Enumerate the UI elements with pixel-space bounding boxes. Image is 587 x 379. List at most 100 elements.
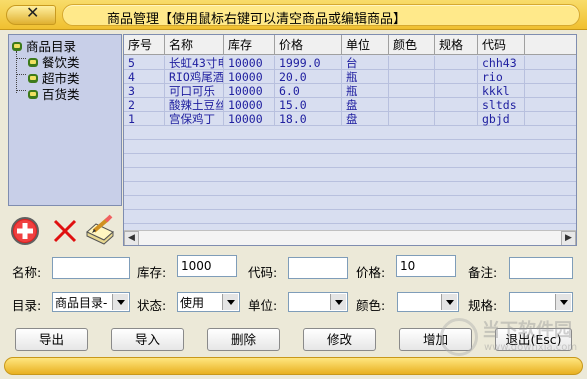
table-cell: 5 bbox=[124, 56, 165, 70]
column-header[interactable]: 代码 bbox=[478, 35, 525, 55]
table-cell: 10000 bbox=[224, 84, 275, 98]
column-header[interactable]: 单位 bbox=[342, 35, 389, 55]
title-bar[interactable]: ✕ 商品管理【使用鼠标右键可以清空商品或编辑商品】 bbox=[0, 0, 587, 30]
table-cell: 盘 bbox=[342, 112, 389, 126]
spec-label: 规格: bbox=[468, 298, 498, 313]
table-row[interactable]: 4 RIO鸡尾酒 10000 20.0 瓶 rio bbox=[124, 70, 576, 84]
table-cell: RIO鸡尾酒 bbox=[165, 70, 224, 84]
exit-button[interactable]: 退出(Esc) bbox=[495, 328, 572, 351]
spec-select[interactable] bbox=[509, 292, 573, 312]
column-header[interactable]: 名称 bbox=[165, 35, 224, 55]
chevron-down-icon[interactable] bbox=[555, 294, 571, 310]
column-header[interactable]: 序号 bbox=[124, 35, 165, 55]
table-row[interactable]: 3 可口可乐 10000 6.0 瓶 kkkl bbox=[124, 84, 576, 98]
table-cell: 1 bbox=[124, 112, 165, 126]
code-label: 代码: bbox=[248, 265, 278, 280]
empty-row bbox=[124, 210, 576, 224]
note-input[interactable] bbox=[509, 257, 573, 279]
table-cell: 长虹43寸电视 bbox=[165, 56, 224, 70]
window-title: 商品管理【使用鼠标右键可以清空商品或编辑商品】 bbox=[107, 12, 407, 27]
price-input[interactable] bbox=[396, 255, 456, 277]
table-cell: 10000 bbox=[224, 98, 275, 112]
column-header[interactable]: 规格 bbox=[435, 35, 478, 55]
column-header[interactable]: 价格 bbox=[275, 35, 342, 55]
table-cell: gbjd bbox=[478, 112, 525, 126]
table-cell: 可口可乐 bbox=[165, 84, 224, 98]
price-label: 价格: bbox=[356, 265, 386, 280]
add-item-button[interactable]: 增加 bbox=[399, 328, 472, 351]
modify-button[interactable]: 修改 bbox=[303, 328, 376, 351]
color-select[interactable] bbox=[397, 292, 459, 312]
horizontal-scrollbar[interactable]: ◀ ▶ bbox=[124, 230, 576, 245]
add-circle-icon bbox=[11, 217, 39, 245]
table-cell: rio bbox=[478, 70, 525, 84]
chevron-down-icon[interactable] bbox=[112, 294, 128, 310]
table-cell: 10000 bbox=[224, 70, 275, 84]
folder-icon bbox=[27, 88, 39, 100]
table-cell: 瓶 bbox=[342, 70, 389, 84]
table-cell: 20.0 bbox=[275, 70, 342, 84]
system-menu-icon[interactable]: ✕ bbox=[6, 3, 56, 25]
status-bar bbox=[4, 357, 583, 375]
delete-button[interactable]: 删除 bbox=[207, 328, 280, 351]
table-row[interactable]: 5长虹43寸电视100001999.0台 chh43 bbox=[124, 56, 576, 70]
table-header: 序号 名称 库存 价格 单位 颜色 规格 代码 bbox=[124, 35, 576, 55]
folder-icon bbox=[27, 72, 39, 84]
table-cell: 3 bbox=[124, 84, 165, 98]
unit-label: 单位: bbox=[248, 298, 278, 313]
red-x-icon bbox=[53, 219, 77, 243]
chevron-down-icon[interactable] bbox=[222, 294, 238, 310]
table-cell: 盘 bbox=[342, 98, 389, 112]
table-cell: chh43 bbox=[478, 56, 525, 70]
add-button[interactable] bbox=[10, 216, 40, 249]
table-body[interactable]: 5长虹43寸电视100001999.0台chh434RIO鸡尾酒1000020.… bbox=[124, 56, 576, 126]
table-cell bbox=[389, 112, 435, 126]
column-header[interactable]: 库存 bbox=[224, 35, 275, 55]
table-cell: 10000 bbox=[224, 112, 275, 126]
product-table[interactable]: 序号名称库存价格单位颜色规格代码 5长虹43寸电视100001999.0台chh… bbox=[123, 34, 577, 246]
chevron-down-icon[interactable] bbox=[441, 294, 457, 310]
empty-row bbox=[124, 140, 576, 154]
table-cell: 2 bbox=[124, 98, 165, 112]
table-row[interactable]: 1 宫保鸡丁 10000 18.0 盘 gbjd bbox=[124, 112, 576, 126]
scroll-left-button[interactable]: ◀ bbox=[124, 231, 139, 245]
import-button[interactable]: 导入 bbox=[111, 328, 184, 351]
table-cell bbox=[389, 70, 435, 84]
color-label: 颜色: bbox=[356, 298, 386, 313]
status-select[interactable]: 使用 bbox=[177, 292, 240, 312]
tree-item-label: 百货类 bbox=[42, 87, 80, 102]
title-pill: 商品管理【使用鼠标右键可以清空商品或编辑商品】 bbox=[62, 4, 580, 27]
note-label: 备注: bbox=[468, 265, 498, 280]
table-cell: 18.0 bbox=[275, 112, 342, 126]
table-cell: 1999.0 bbox=[275, 56, 342, 70]
folder-icon bbox=[11, 40, 23, 52]
table-cell bbox=[435, 70, 478, 84]
close-icon[interactable]: ✕ bbox=[26, 3, 39, 22]
empty-row bbox=[124, 182, 576, 196]
table-cell bbox=[389, 84, 435, 98]
unit-select[interactable] bbox=[288, 292, 348, 312]
table-cell bbox=[435, 84, 478, 98]
table-cell bbox=[435, 56, 478, 70]
delete-toolbar-button[interactable] bbox=[52, 218, 78, 247]
scroll-right-button[interactable]: ▶ bbox=[561, 231, 576, 245]
table-cell: 6.0 bbox=[275, 84, 342, 98]
table-empty-area bbox=[124, 126, 576, 232]
code-input[interactable] bbox=[288, 257, 348, 279]
category-tree[interactable]: 商品目录 餐饮类 超市类 百货类 bbox=[8, 34, 122, 206]
table-cell: 台 bbox=[342, 56, 389, 70]
column-header[interactable]: 颜色 bbox=[389, 35, 435, 55]
export-button[interactable]: 导出 bbox=[15, 328, 88, 351]
edit-button[interactable] bbox=[84, 214, 116, 249]
stock-input[interactable] bbox=[177, 255, 237, 277]
catalog-select[interactable]: 商品目录- bbox=[52, 292, 130, 312]
table-cell: 15.0 bbox=[275, 98, 342, 112]
chevron-down-icon[interactable] bbox=[330, 294, 346, 310]
app-window: ✕ 商品管理【使用鼠标右键可以清空商品或编辑商品】 商品目录 餐饮类 超市类 百… bbox=[0, 0, 587, 379]
name-input[interactable] bbox=[52, 257, 130, 279]
table-row[interactable]: 2 酸辣土豆丝 10000 15.0 盘 sltds bbox=[124, 98, 576, 112]
pencil-note-icon bbox=[86, 214, 114, 245]
tree-item-department[interactable]: 百货类 bbox=[27, 84, 80, 103]
stock-label: 库存: bbox=[137, 265, 167, 280]
table-cell bbox=[389, 56, 435, 70]
